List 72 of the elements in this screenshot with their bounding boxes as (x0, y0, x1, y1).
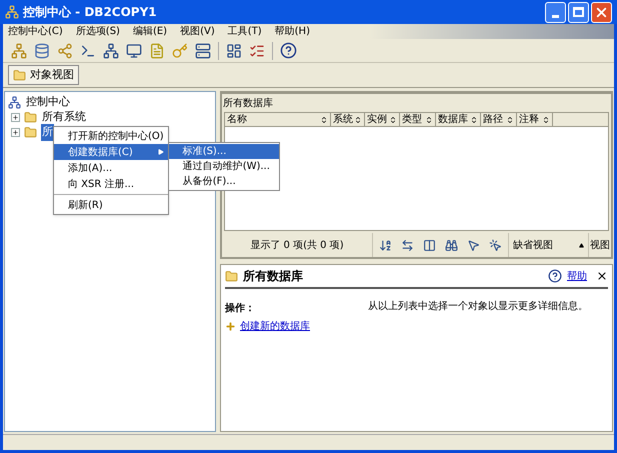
expand-icon[interactable] (11, 128, 20, 137)
list-icon[interactable] (249, 42, 265, 58)
sort-icon (320, 116, 328, 124)
hint-text: 从以上列表中选择一个对象以显示更多详细信息。 (368, 300, 589, 314)
menu-item[interactable]: 添加(A)... (54, 160, 168, 176)
menu-item[interactable]: 视图(V) (180, 24, 215, 39)
terminal-icon[interactable] (80, 42, 96, 58)
plus-icon (12, 129, 19, 136)
close-icon[interactable] (596, 270, 608, 282)
menu-item[interactable]: 通过自动维护(W)... (168, 159, 279, 174)
network-icon[interactable] (103, 42, 119, 58)
menu-item[interactable]: 帮助(H) (274, 24, 310, 39)
column-header[interactable]: 系统 (331, 113, 365, 126)
sort-icon[interactable] (379, 238, 392, 252)
menu-item[interactable]: 向 XSR 注册... (54, 176, 168, 192)
plus-icon (12, 114, 19, 121)
caret-icon (579, 242, 584, 248)
plus-icon (225, 321, 236, 332)
actions-label: 操作： (225, 302, 256, 316)
column-header[interactable]: 注释 (517, 113, 553, 126)
view-button[interactable]: 视图 (588, 233, 611, 257)
panel-title: 所有数据库 (222, 96, 274, 110)
help-icon[interactable] (548, 269, 562, 283)
expand-icon[interactable] (11, 113, 20, 122)
column-header[interactable]: 路径 (481, 113, 517, 126)
object-view-button[interactable]: 对象视图 (8, 65, 79, 85)
create-link[interactable]: 创建新的数据库 (240, 319, 310, 334)
columns-icon[interactable] (423, 238, 436, 252)
share-icon[interactable] (57, 42, 73, 58)
folder-icon (13, 68, 26, 82)
menu-item[interactable]: 所选项(S) (76, 24, 120, 39)
menu-item[interactable]: 打开新的控制中心(O) (54, 128, 168, 144)
monitor-icon[interactable] (126, 42, 142, 58)
menu-item[interactable]: 控制中心(C) (8, 24, 63, 39)
menu-item[interactable]: 创建数据库(C) (54, 144, 168, 160)
details-title: 所有数据库 (243, 268, 303, 285)
menu-item[interactable]: 从备份(F)... (168, 174, 279, 189)
menu-item[interactable]: 标准(S)... (168, 144, 279, 159)
sort-icon (425, 116, 433, 124)
help-link[interactable]: 帮助 (567, 268, 587, 284)
window-title: 控制中心 - DB2COPY1 (23, 4, 157, 21)
column-header[interactable]: 名称 (225, 113, 331, 126)
find-icon[interactable] (445, 238, 458, 252)
server-icon[interactable] (195, 42, 211, 58)
menu-item[interactable]: 工具(T) (228, 24, 262, 39)
column-header[interactable]: 实例 (365, 113, 400, 126)
menu-item[interactable]: 刷新(R) (54, 197, 168, 213)
folder-icon (24, 111, 37, 124)
sort-icon (542, 116, 550, 124)
folder-icon (24, 126, 37, 139)
app-icon (5, 5, 19, 19)
sort-icon (506, 116, 514, 124)
database-icon[interactable] (34, 42, 50, 58)
tree-item[interactable]: 控制中心 (25, 94, 71, 111)
minimize-button[interactable] (545, 2, 566, 22)
column-header[interactable]: 类型 (400, 113, 436, 126)
dashboard-icon[interactable] (226, 42, 242, 58)
network-icon (8, 96, 21, 109)
view-select[interactable]: 缺省视图 (508, 233, 588, 257)
maximize-button[interactable] (568, 2, 589, 22)
item-count: 显示了 0 项(共 0 项) (249, 238, 345, 252)
column-header[interactable]: 数据库 (436, 113, 481, 126)
close-button[interactable] (591, 2, 612, 22)
sort-icon (354, 116, 362, 124)
tree-item[interactable]: 所有系统 (41, 109, 87, 126)
submenu-arrow-icon (158, 149, 164, 155)
folder-icon (225, 270, 238, 282)
menu-item[interactable]: 编辑(E) (132, 24, 168, 39)
sort-icon (389, 116, 397, 124)
sort-icon (470, 116, 478, 124)
tree-item[interactable]: 所 (41, 124, 54, 141)
help-icon[interactable] (280, 42, 297, 59)
